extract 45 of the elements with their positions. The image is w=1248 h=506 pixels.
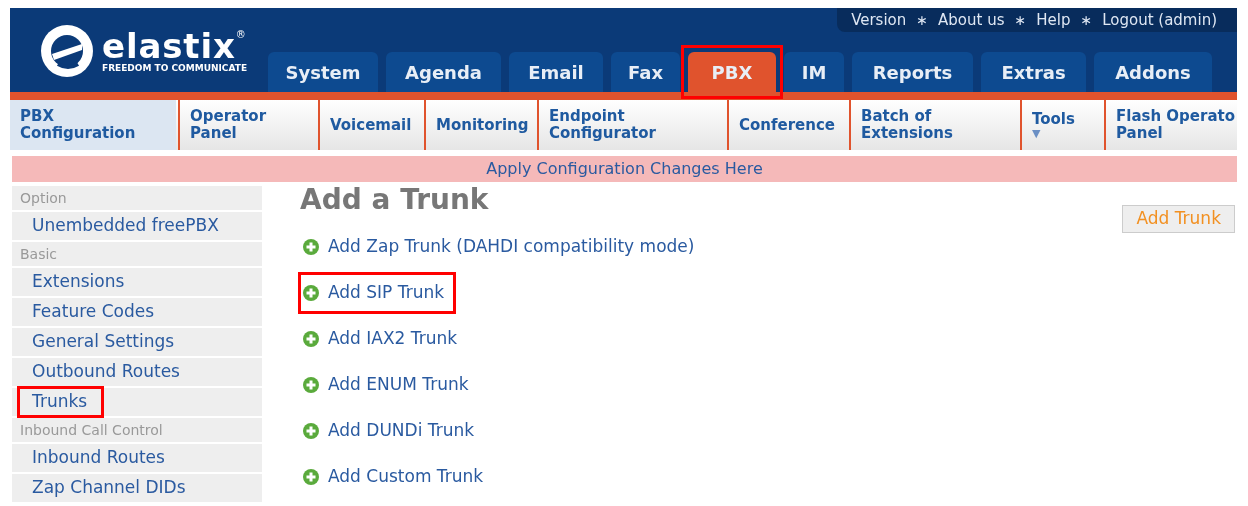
page-title: Add a Trunk bbox=[300, 184, 489, 216]
submenu-item[interactable]: PBX Configuration bbox=[10, 100, 176, 150]
section-header: Basic bbox=[19, 244, 58, 264]
submenu-item[interactable]: Conference bbox=[727, 100, 847, 150]
separator-icon: ∗ bbox=[916, 9, 929, 31]
nav-tab[interactable]: Extras bbox=[981, 52, 1086, 92]
add-trunk-link[interactable]: Add DUNDi Trunk bbox=[302, 414, 483, 448]
submenu-item[interactable]: Tools ▼ bbox=[1020, 100, 1102, 150]
submenu-item[interactable]: Batch of Extensions bbox=[849, 100, 1018, 150]
nav-tab[interactable]: Agenda bbox=[386, 52, 501, 92]
top-link[interactable]: Version bbox=[851, 8, 907, 32]
submenu-item[interactable]: Endpoint Configurator bbox=[537, 100, 725, 150]
separator-icon: ∗ bbox=[1080, 9, 1093, 31]
nav-tab[interactable]: Email bbox=[509, 52, 603, 92]
plus-icon bbox=[302, 330, 320, 348]
nav-tab[interactable]: Reports bbox=[852, 52, 973, 92]
submenu-item[interactable]: Monitoring bbox=[424, 100, 535, 150]
add-trunk-link[interactable]: Add ENUM Trunk bbox=[302, 368, 477, 402]
nav-tab[interactable]: System bbox=[268, 52, 378, 92]
add-trunk-link[interactable]: Add Custom Trunk bbox=[302, 460, 492, 494]
plus-icon bbox=[302, 238, 320, 256]
nav-tab[interactable]: PBX bbox=[688, 52, 776, 92]
plus-icon bbox=[302, 468, 320, 486]
add-trunk-link[interactable]: Add SIP Trunk bbox=[302, 276, 453, 310]
logo-text: elastix bbox=[102, 28, 236, 63]
plus-icon bbox=[302, 422, 320, 440]
submenu-item[interactable]: Flash Operato Panel bbox=[1104, 100, 1237, 150]
top-link[interactable]: Logout (admin) bbox=[1102, 8, 1217, 32]
plus-icon bbox=[302, 284, 320, 302]
plus-icon bbox=[302, 376, 320, 394]
nav-tab[interactable]: IM bbox=[784, 52, 844, 92]
section-header: Option bbox=[19, 188, 67, 208]
registered-mark: ® bbox=[235, 28, 246, 41]
add-trunk-link[interactable]: Add IAX2 Trunk bbox=[302, 322, 466, 356]
nav-tab[interactable]: Addons bbox=[1094, 52, 1212, 92]
submenu-item[interactable]: Voicemail bbox=[318, 100, 422, 150]
submenu-item[interactable]: Operator Panel bbox=[178, 100, 316, 150]
separator-icon: ∗ bbox=[1014, 9, 1027, 31]
section-header: Inbound Call Control bbox=[19, 420, 163, 440]
top-link[interactable]: About us bbox=[938, 8, 1005, 32]
add-trunk-link[interactable]: Add Zap Trunk (DAHDI compatibility mode) bbox=[302, 230, 703, 264]
apply-changes-bar[interactable]: Apply Configuration Changes Here bbox=[12, 156, 1237, 182]
logo-tagline: FREEDOM TO COMMUNICATE bbox=[102, 62, 248, 74]
top-link[interactable]: Help bbox=[1036, 8, 1071, 32]
nav-tab[interactable]: Fax bbox=[611, 52, 680, 92]
